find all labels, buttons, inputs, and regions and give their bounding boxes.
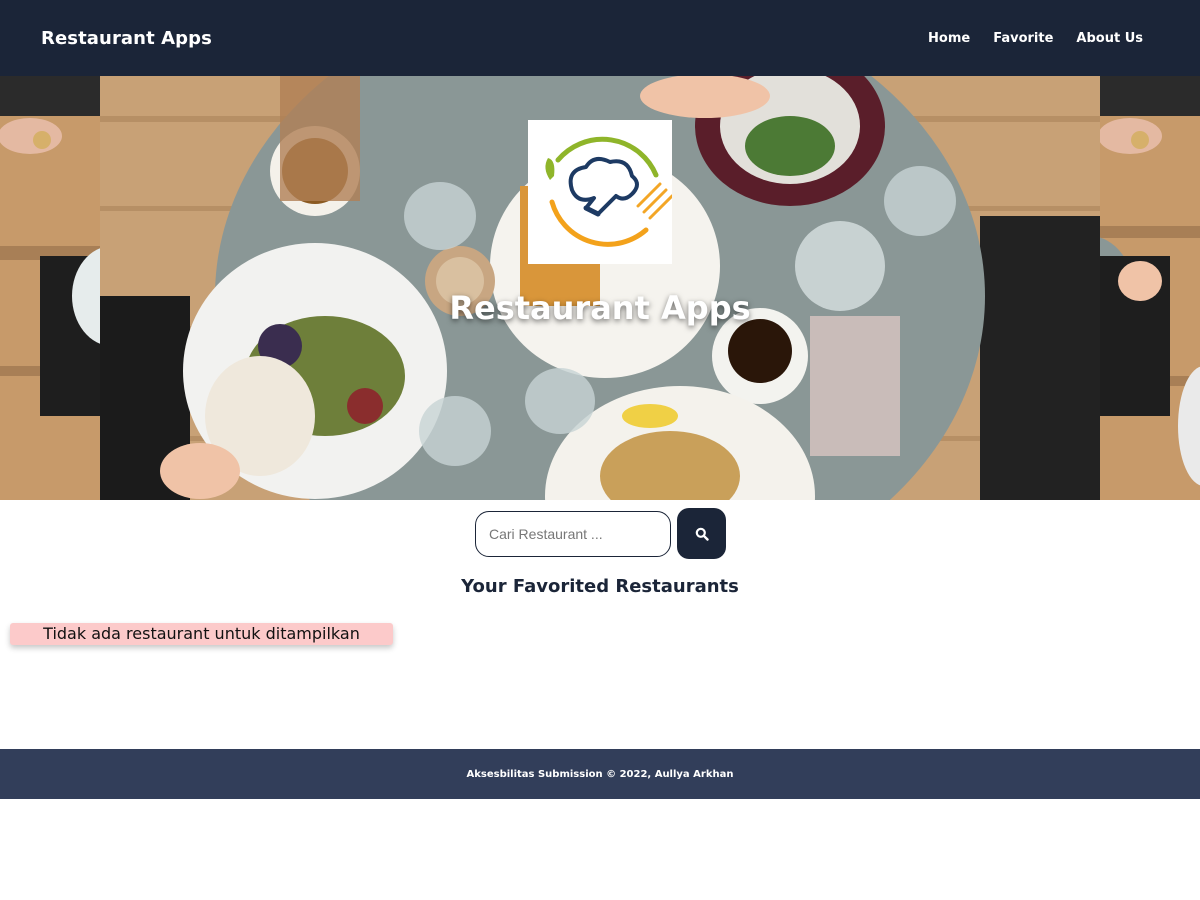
nav-link-favorite[interactable]: Favorite (993, 31, 1053, 46)
search-icon (695, 527, 709, 541)
empty-state-message: Tidak ada restaurant untuk ditampilkan (10, 623, 393, 645)
nav-links: Home Favorite About Us (928, 31, 1143, 46)
hero-banner: Restaurant Apps (0, 76, 1200, 500)
hero-title: Restaurant Apps (449, 289, 751, 327)
favorites-heading: Your Favorited Restaurants (461, 576, 739, 597)
nav-link-home[interactable]: Home (928, 31, 970, 46)
navbar: Restaurant Apps Home Favorite About Us (0, 0, 1200, 76)
chef-hat-plate-icon (545, 136, 674, 247)
search-input[interactable] (475, 510, 671, 557)
nav-link-about-us[interactable]: About Us (1076, 31, 1143, 46)
search-button[interactable] (677, 508, 726, 559)
restaurant-logo (528, 120, 674, 264)
footer: Aksesbilitas Submission © 2022, Aullya A… (0, 749, 1200, 799)
footer-text: Aksesbilitas Submission © 2022, Aullya A… (466, 768, 734, 780)
hero-side-image-right (1100, 76, 1200, 500)
search-bar (475, 508, 726, 559)
brand-title[interactable]: Restaurant Apps (41, 28, 212, 49)
hero-side-image-left (0, 76, 100, 500)
